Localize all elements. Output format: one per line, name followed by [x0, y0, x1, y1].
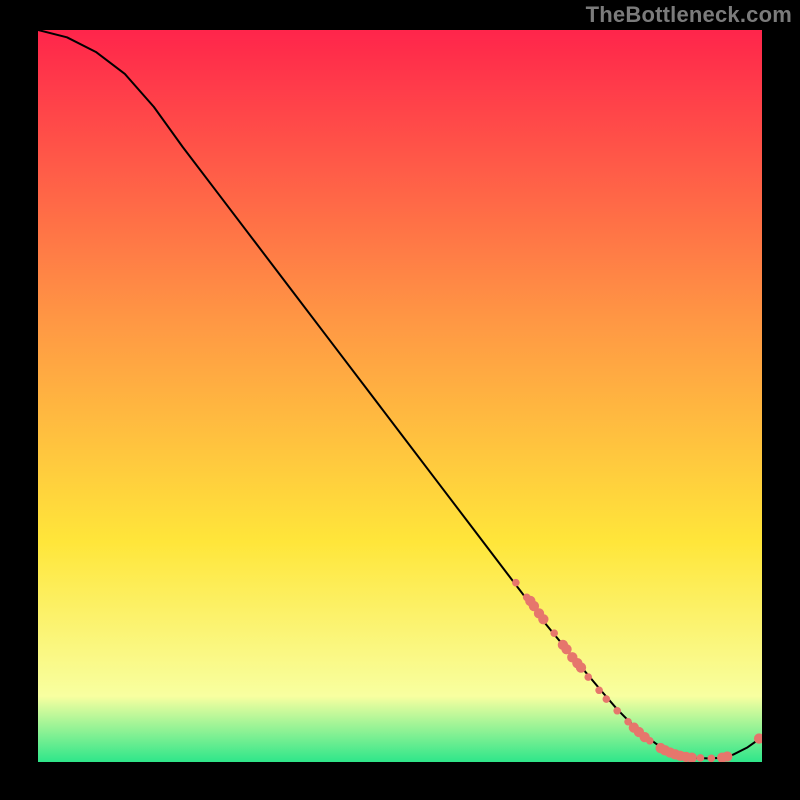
data-marker — [603, 695, 611, 703]
bottleneck-chart — [38, 30, 762, 762]
attribution-text: TheBottleneck.com — [586, 2, 792, 28]
data-marker — [576, 662, 586, 672]
data-marker — [595, 686, 603, 694]
data-marker — [538, 614, 548, 624]
data-marker — [512, 579, 520, 587]
data-marker — [613, 707, 621, 715]
gradient-background — [38, 30, 762, 762]
data-marker — [646, 737, 654, 745]
chart-svg — [38, 30, 762, 762]
data-marker — [722, 751, 732, 761]
data-marker — [550, 629, 558, 637]
data-marker — [697, 754, 705, 762]
data-marker — [708, 755, 716, 762]
data-marker — [584, 673, 592, 681]
